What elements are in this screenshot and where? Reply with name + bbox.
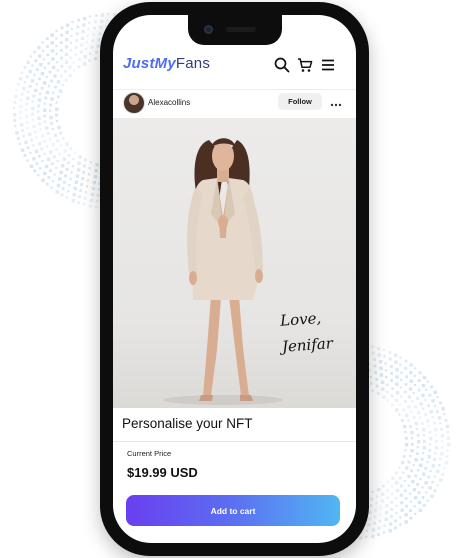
signature-line-2: Jenifar xyxy=(281,334,334,356)
post-author-row: Alexacollins Follow xyxy=(113,89,356,121)
app-header: JustMyFans xyxy=(113,43,356,90)
signature-line-1: Love, xyxy=(279,308,322,330)
phone-screen: JustMyFans Alexacollins Follow Love, Jen… xyxy=(113,15,356,543)
signature: Love, Jenifar xyxy=(279,304,334,359)
nft-image[interactable]: Love, Jenifar xyxy=(113,118,356,408)
follow-button[interactable]: Follow xyxy=(278,93,322,110)
cart-icon[interactable] xyxy=(296,56,314,74)
speaker-grille xyxy=(226,27,256,32)
camera-icon xyxy=(204,25,213,34)
price-label: Current Price xyxy=(127,449,172,458)
nft-title: Personalise your NFT xyxy=(122,416,253,431)
price-value: $19.99 USD xyxy=(127,465,198,480)
menu-icon[interactable] xyxy=(319,56,337,74)
phone-notch xyxy=(188,15,282,45)
logo-text-justmy: JustMy xyxy=(123,55,176,72)
phone-frame: JustMyFans Alexacollins Follow Love, Jen… xyxy=(100,2,369,556)
search-icon[interactable] xyxy=(273,56,291,74)
add-to-cart-button[interactable]: Add to cart xyxy=(126,495,340,526)
more-icon[interactable] xyxy=(329,97,343,107)
model-illustration xyxy=(163,138,283,405)
brand-logo[interactable]: JustMyFans xyxy=(123,55,210,72)
username[interactable]: Alexacollins xyxy=(148,98,190,107)
divider xyxy=(113,441,356,442)
logo-text-fans: Fans xyxy=(175,55,211,72)
avatar[interactable] xyxy=(123,92,145,114)
